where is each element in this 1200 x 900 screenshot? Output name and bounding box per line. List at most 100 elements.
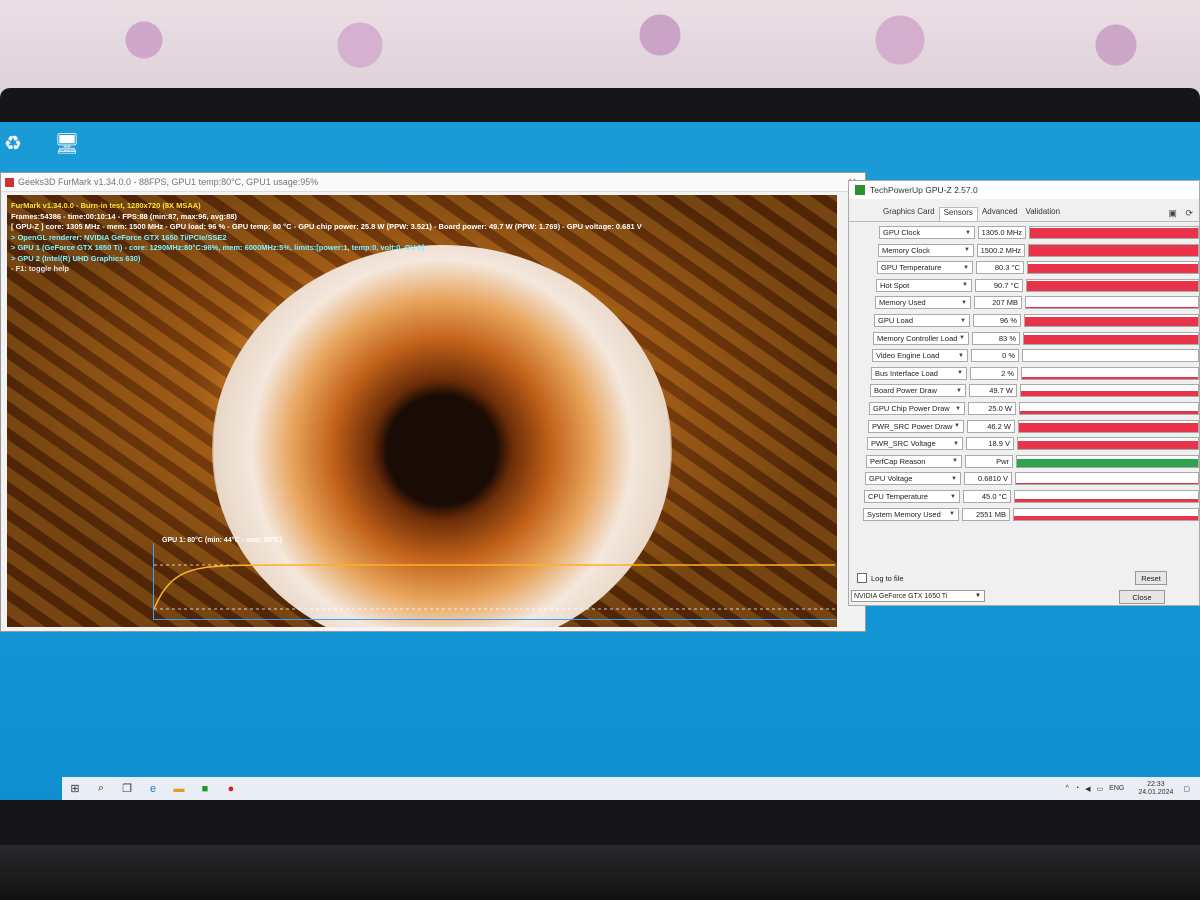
sensor-name-dropdown[interactable]: PerfCap Reason ▼ [866, 454, 962, 468]
chevron-up-icon[interactable]: ^ [1066, 785, 1069, 792]
search-icon[interactable]: ⌕ [88, 777, 114, 800]
sensor-name: Video Engine Load [876, 351, 940, 361]
sensor-name-dropdown[interactable]: Video Engine Load ▼ [872, 349, 968, 363]
refresh-icon[interactable]: ⟳ [1185, 208, 1193, 218]
sensor-name: Memory Controller Load [877, 333, 958, 343]
furmark-app-icon [5, 177, 14, 187]
edge-icon[interactable]: e [140, 777, 166, 800]
sensor-value: 2551 MB [962, 507, 1010, 521]
camera-icon[interactable]: ▣ [1168, 208, 1177, 218]
notifications-icon[interactable]: ▢ [1183, 785, 1190, 793]
sensor-name-dropdown[interactable]: GPU Load ▼ [874, 314, 970, 327]
sensor-name-dropdown[interactable]: PWR_SRC Voltage ▼ [867, 437, 963, 451]
gpuz-window[interactable]: TechPowerUp GPU-Z 2.57.0 Graphics Card S… [848, 180, 1200, 606]
sensor-name: Memory Used [879, 298, 926, 308]
sensor-graph-fill [1017, 458, 1198, 467]
tab-sensors[interactable]: Sensors [938, 207, 978, 221]
sensor-name-dropdown[interactable]: Board Power Draw ▼ [870, 384, 966, 398]
sensor-graph-fill [1016, 482, 1198, 485]
sensor-value: 2 % [970, 366, 1018, 380]
temperature-curve [154, 564, 834, 610]
sensor-row: System Memory Used ▼ 2551 MB [863, 507, 1199, 522]
sensor-graph [1022, 349, 1199, 363]
sensor-name: GPU Chip Power Draw [873, 404, 950, 413]
chevron-down-icon: ▼ [961, 299, 967, 306]
log-to-file-checkbox[interactable] [857, 573, 867, 583]
sensor-graph [1018, 419, 1199, 433]
sensor-name-dropdown[interactable]: GPU Temperature ▼ [877, 261, 973, 275]
sensor-value: 80.3 °C [976, 261, 1024, 275]
sensor-name-dropdown[interactable]: System Memory Used ▼ [863, 507, 959, 521]
taskbar: ⊞ ⌕ ❐ e ▬ ■ ● ^ ◔ ◀ ▭ ENG 22:33 24.01.20… [62, 777, 1200, 800]
chevron-down-icon: ▼ [953, 440, 959, 447]
gpuz-titlebar[interactable]: TechPowerUp GPU-Z 2.57.0 [849, 181, 1199, 199]
device-select[interactable]: NVIDIA GeForce GTX 1650 Ti ▼ [851, 590, 985, 602]
sensor-name-dropdown[interactable]: Memory Clock ▼ [878, 243, 974, 257]
sensor-graph [1014, 490, 1199, 503]
sensor-value: 46.2 W [967, 419, 1015, 433]
sensor-graph-fill [1018, 440, 1198, 450]
sensor-name-dropdown[interactable]: Hot Spot ▼ [876, 278, 972, 292]
sensor-value: 18.9 V [966, 437, 1014, 451]
sensor-graph-fill [1020, 411, 1198, 414]
sensor-row: Board Power Draw ▼ 49.7 W [870, 383, 1199, 398]
chevron-down-icon: ▼ [964, 247, 970, 254]
sensor-name-dropdown[interactable]: GPU Chip Power Draw ▼ [869, 402, 965, 415]
furmark-titlebar[interactable]: Geeks3D FurMark v1.34.0.0 - 88FPS, GPU1 … [1, 173, 865, 192]
sensor-row: CPU Temperature ▼ 45.0 °C [864, 489, 1199, 504]
clock[interactable]: 22:33 24.01.2024 [1132, 781, 1173, 797]
sensor-row: Hot Spot ▼ 90.7 °C [876, 278, 1199, 293]
gpuz-taskbar-icon[interactable]: ■ [192, 777, 218, 800]
sensor-row: PerfCap Reason ▼ Pwr [866, 454, 1199, 469]
sensor-graph [1025, 296, 1199, 310]
tab-validation[interactable]: Validation [1022, 207, 1065, 221]
sensor-row: Memory Controller Load ▼ 83 % [873, 331, 1199, 346]
sensor-value: 96 % [973, 314, 1021, 327]
furmark-window[interactable]: Geeks3D FurMark v1.34.0.0 - 88FPS, GPU1 … [0, 172, 866, 632]
tab-advanced[interactable]: Advanced [978, 207, 1022, 221]
sensor-name: PWR_SRC Voltage [871, 439, 936, 449]
sensor-name-dropdown[interactable]: CPU Temperature ▼ [864, 490, 960, 503]
chevron-down-icon: ▼ [960, 317, 966, 324]
sensor-name: PWR_SRC Power Draw [872, 421, 953, 431]
chevron-down-icon: ▼ [954, 423, 960, 430]
sensor-graph [1027, 261, 1199, 275]
tab-graphics-card[interactable]: Graphics Card [879, 207, 939, 221]
system-tray: ^ ◔ ◀ ▭ ENG 22:33 24.01.2024 ▢ [1060, 781, 1200, 797]
sensor-graph [1019, 402, 1199, 415]
language-indicator[interactable]: ENG [1109, 785, 1124, 792]
sensor-name-dropdown[interactable]: Memory Controller Load ▼ [873, 331, 969, 345]
sensor-graph-fill [1030, 227, 1198, 238]
sensor-name-dropdown[interactable]: PWR_SRC Power Draw ▼ [868, 419, 964, 433]
sensor-name-dropdown[interactable]: GPU Clock ▼ [879, 226, 975, 239]
start-icon[interactable]: ⊞ [62, 777, 88, 800]
reset-button[interactable]: Reset [1135, 571, 1167, 585]
network-icon[interactable]: ◔ [1075, 785, 1079, 792]
chevron-down-icon: ▼ [950, 493, 956, 500]
sensor-name: Board Power Draw [874, 386, 937, 396]
overlay-line: - F1: toggle help [11, 264, 69, 273]
sensor-name: GPU Load [878, 316, 914, 325]
sensor-name-dropdown[interactable]: GPU Voltage ▼ [865, 472, 961, 486]
task-view-icon[interactable]: ❐ [114, 777, 140, 800]
close-button[interactable]: Close [1119, 590, 1165, 604]
sensor-name-dropdown[interactable]: Memory Used ▼ [875, 296, 971, 310]
volume-icon[interactable]: ◀ [1085, 785, 1090, 793]
furmark-taskbar-icon[interactable]: ● [218, 777, 244, 800]
sensor-graph [1020, 384, 1199, 398]
log-to-file-option[interactable]: Log to file [857, 573, 904, 583]
battery-icon[interactable]: ▭ [1097, 785, 1104, 793]
overlay-line: Frames:54386 - time:00:10:14 - FPS:88 (m… [11, 211, 237, 221]
sensor-name-dropdown[interactable]: Bus Interface Load ▼ [871, 366, 967, 380]
recycle-bin-icon[interactable]: ♻ [0, 130, 26, 156]
sensor-row: Memory Clock ▼ 1500.2 MHz [878, 243, 1199, 258]
sensor-value: 90.7 °C [975, 278, 1023, 292]
file-explorer-icon[interactable]: ▬ [166, 777, 192, 800]
overlay-line: FurMark v1.34.0.0 - Burn-in test, 1280x7… [11, 201, 201, 210]
overlay-line: [ GPU-Z ] core: 1305 MHz - mem: 1500 MHz… [11, 222, 642, 231]
sensor-value: 1500.2 MHz [977, 243, 1025, 257]
this-pc-icon[interactable]: 🖥 [54, 130, 80, 156]
sensor-value: 1305.0 MHz [978, 226, 1026, 239]
sensor-graph-fill [1029, 245, 1198, 256]
sensor-graph [1015, 472, 1199, 486]
